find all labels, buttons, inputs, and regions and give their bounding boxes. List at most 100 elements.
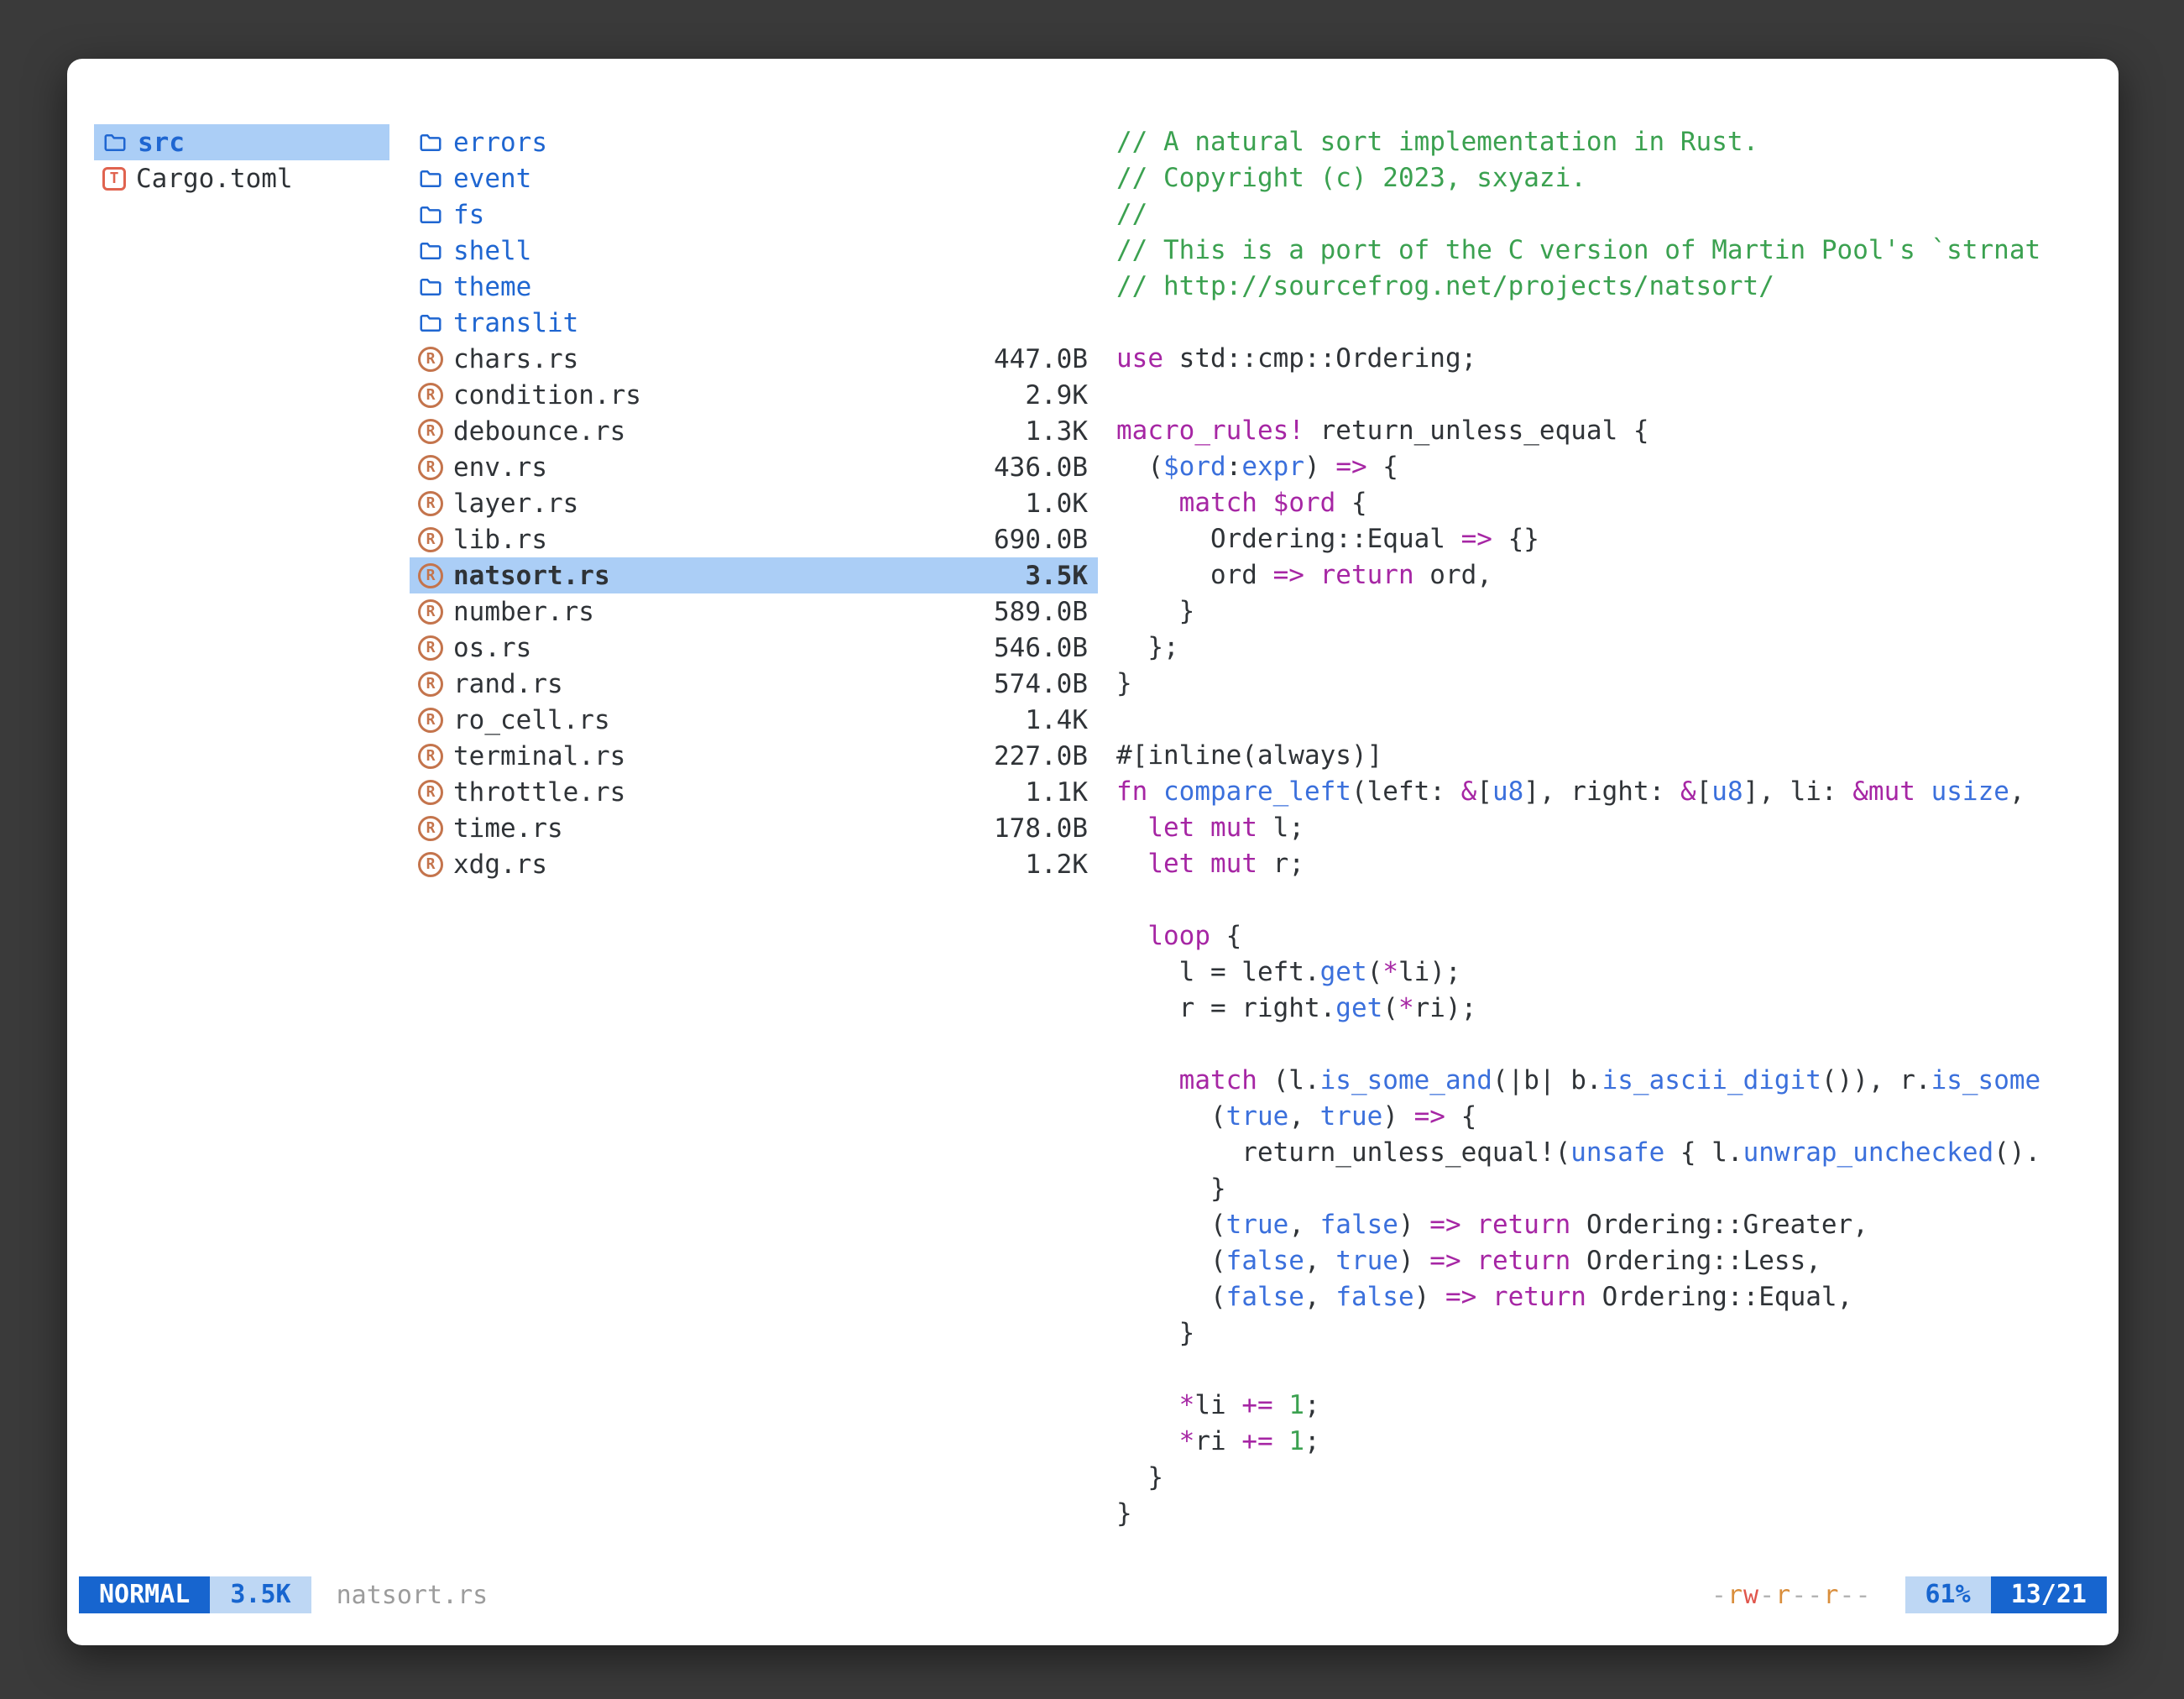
code-line: let mut l; [1116,810,2102,846]
file-name: os.rs [453,633,531,663]
rust-file-icon: R [418,491,443,516]
file-size: 178.0B [977,813,1088,844]
file-size: 1.1K [1008,777,1088,808]
file-size: 546.0B [977,633,1088,663]
file-row[interactable]: Ros.rs546.0B [410,630,1098,666]
file-name: rand.rs [453,669,563,699]
toml-file-icon: T [102,167,126,191]
code-line: r = right.get(*ri); [1116,991,2102,1027]
folder-row[interactable]: theme [410,269,1098,305]
code-line [1116,1027,2102,1063]
code-line: ord => return ord, [1116,557,2102,593]
folder-row[interactable]: src [94,124,389,160]
code-line [1116,882,2102,918]
code-line: } [1116,666,2102,702]
code-line: } [1116,1460,2102,1496]
code-line: } [1116,1496,2102,1532]
file-row[interactable]: Rro_cell.rs1.4K [410,702,1098,738]
folder-icon [418,202,443,227]
code-line: #[inline(always)] [1116,738,2102,774]
file-name: terminal.rs [453,741,625,771]
file-row[interactable]: Rterminal.rs227.0B [410,738,1098,774]
rust-file-icon: R [418,455,443,480]
rust-file-icon: R [418,852,443,877]
file-row[interactable]: Rlayer.rs 1.0K [410,485,1098,521]
file-name: Cargo.toml [136,164,293,194]
rust-file-icon: R [418,599,443,625]
rust-file-icon: R [418,708,443,733]
folder-name: fs [453,200,484,230]
code-line: l = left.get(*li); [1116,954,2102,991]
file-row[interactable]: Rnumber.rs589.0B [410,593,1098,630]
file-name: lib.rs [453,525,547,555]
folder-row[interactable]: translit [410,305,1098,341]
file-size: 690.0B [977,525,1088,555]
file-row[interactable]: Rrand.rs574.0B [410,666,1098,702]
file-row[interactable]: Rnatsort.rs3.5K [410,557,1098,593]
rust-file-icon: R [418,383,443,408]
code-line: ($ord:expr) => { [1116,449,2102,485]
file-size: 574.0B [977,669,1088,699]
code-line: return_unless_equal!(unsafe { l.unwrap_u… [1116,1135,2102,1171]
file-row[interactable]: Rthrottle.rs 1.1K [410,774,1098,810]
code-line [1116,305,2102,341]
file-row[interactable]: Rchars.rs447.0B [410,341,1098,377]
code-line: // This is a port of the C version of Ma… [1116,233,2102,269]
folder-icon [102,130,128,155]
file-row[interactable]: Renv.rs 436.0B [410,449,1098,485]
folder-row[interactable]: shell [410,233,1098,269]
folder-name: src [138,128,185,158]
file-name: debounce.rs [453,416,625,447]
file-size: 1.0K [1008,489,1088,519]
file-name: chars.rs [453,344,578,374]
file-name: xdg.rs [453,850,547,880]
folder-row[interactable]: errors [410,124,1098,160]
code-line: } [1116,593,2102,630]
file-size: 1.2K [1008,850,1088,880]
code-line: (true, false) => return Ordering::Greate… [1116,1207,2102,1243]
file-row[interactable]: Rdebounce.rs1.3K [410,413,1098,449]
file-row[interactable]: Rcondition.rs2.9K [410,377,1098,413]
file-size: 227.0B [977,741,1088,771]
folder-name: theme [453,272,531,302]
folder-name: shell [453,236,531,266]
code-line: (false, false) => return Ordering::Equal… [1116,1279,2102,1315]
file-size: 447.0B [977,344,1088,374]
filename-label: natsort.rs [337,1581,489,1610]
code-line: let mut r; [1116,846,2102,882]
rust-file-icon: R [418,780,443,805]
code-line: *ri += 1; [1116,1424,2102,1460]
folder-row[interactable]: event [410,160,1098,196]
code-line: loop { [1116,918,2102,954]
code-line: fn compare_left(left: &[u8], right: &[u8… [1116,774,2102,810]
current-pane: errorsevent fs shell themetranslit Rchars.rs… [410,124,1098,882]
file-name: layer.rs [453,489,578,519]
code-line: match (l.is_some_and(|b| b.is_ascii_digi… [1116,1063,2102,1099]
file-name: time.rs [453,813,563,844]
folder-row[interactable]: fs [410,196,1098,233]
file-row[interactable]: Rlib.rs 690.0B [410,521,1098,557]
file-row[interactable]: T Cargo.toml [94,160,389,196]
file-name: env.rs [453,452,547,483]
position-badge: 13/21 [1991,1576,2107,1613]
code-line: }; [1116,630,2102,666]
rust-file-icon: R [418,527,443,552]
code-line: // [1116,196,2102,233]
code-line: macro_rules! return_unless_equal { [1116,413,2102,449]
code-line: // A natural sort implementation in Rust… [1116,124,2102,160]
code-line: match $ord { [1116,485,2102,521]
file-row[interactable]: Rxdg.rs 1.2K [410,846,1098,882]
file-size: 3.5K [1008,561,1088,591]
file-size: 2.9K [1008,380,1088,410]
folder-icon [418,130,443,155]
file-size: 1.3K [1008,416,1088,447]
code-line: // Copyright (c) 2023, sxyazi. [1116,160,2102,196]
file-name: throttle.rs [453,777,625,808]
code-line: (true, true) => { [1116,1099,2102,1135]
permissions-label: -rw-r--r-- [1711,1581,1872,1610]
file-size: 436.0B [977,452,1088,483]
code-line: } [1116,1315,2102,1351]
file-row[interactable]: Rtime.rs178.0B [410,810,1098,846]
folder-name: errors [453,128,547,158]
percent-badge: 61% [1905,1576,1991,1613]
